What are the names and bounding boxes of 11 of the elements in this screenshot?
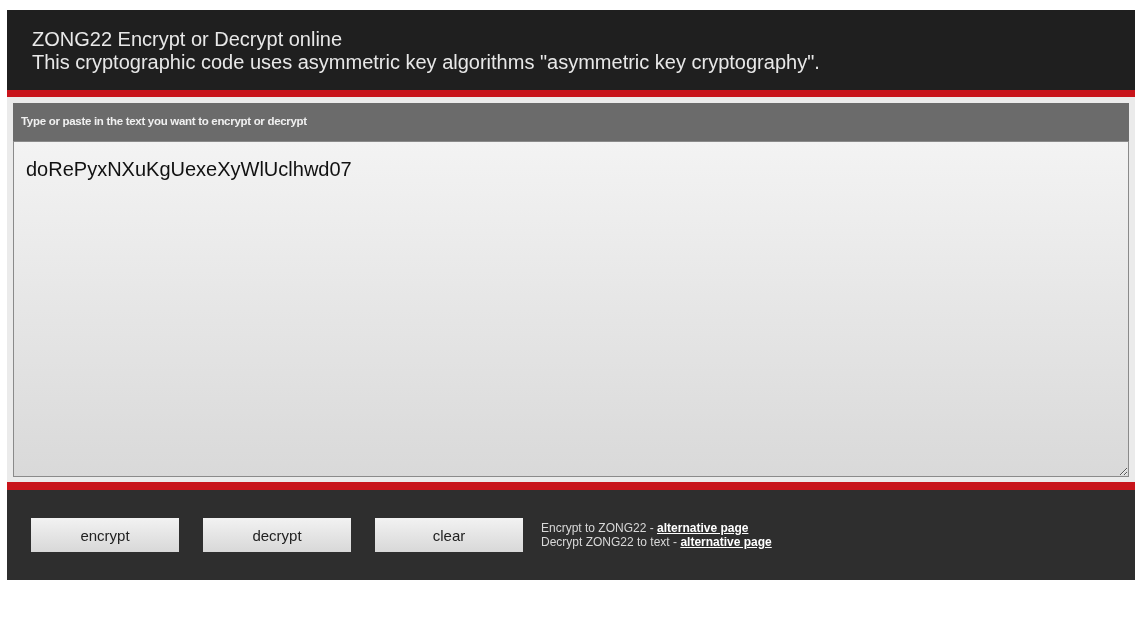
alternative-page-link[interactable]: alternative page xyxy=(680,535,772,549)
page-description: This cryptographic code uses asymmetric key algorithms "asymmetric key cryptography". xyxy=(32,51,821,74)
link-caption: Decrypt ZONG22 to text - xyxy=(541,535,679,549)
input-label: Type or paste in the text you want to encrypt or decrypt xyxy=(13,103,1129,141)
action-button[interactable]: clear xyxy=(375,518,523,552)
action-button[interactable]: encrypt xyxy=(31,518,179,552)
alternative-page-link[interactable]: alternative page xyxy=(657,521,749,535)
action-button[interactable]: decrypt xyxy=(203,518,351,552)
link-caption: Encrypt to ZONG22 - xyxy=(541,521,655,535)
page-title: ZONG22 Encrypt or Decrypt online xyxy=(32,28,344,51)
text-input[interactable]: doRePyxNXuKgUexeXyWlUclhwd07 xyxy=(13,141,1129,477)
